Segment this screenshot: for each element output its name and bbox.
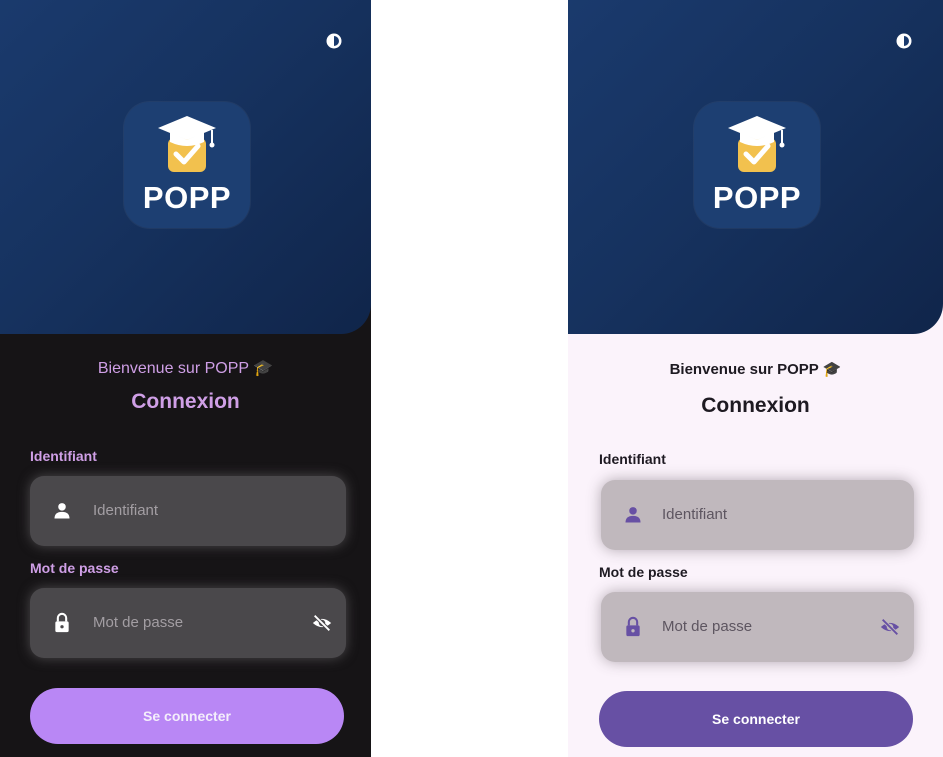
username-label: Identifiant	[599, 451, 666, 467]
visibility-off-icon[interactable]	[878, 615, 902, 639]
lock-icon	[50, 611, 74, 635]
login-screen-light: POPP Bienvenue sur POPP 🎓 Connexion Iden…	[568, 0, 943, 757]
hero-header: POPP	[0, 0, 371, 334]
lock-icon	[621, 615, 645, 639]
graduation-cap-check-icon	[158, 116, 216, 172]
username-placeholder: Identifiant	[662, 506, 728, 523]
login-button[interactable]: Se connecter	[599, 691, 913, 747]
welcome-text: Bienvenue sur POPP 🎓	[97, 360, 274, 377]
password-field[interactable]: Mot de passe	[30, 588, 346, 658]
theme-toggle-icon[interactable]	[893, 30, 915, 52]
page-title: Connexion	[131, 390, 240, 413]
password-placeholder: Mot de passe	[93, 614, 184, 631]
password-label: Mot de passe	[30, 560, 119, 576]
username-field[interactable]: Identifiant	[601, 480, 914, 550]
person-icon	[50, 499, 74, 523]
theme-toggle-icon[interactable]	[323, 30, 345, 52]
logo-wordmark: POPP	[142, 180, 232, 215]
login-button[interactable]: Se connecter	[30, 688, 344, 744]
username-label: Identifiant	[30, 448, 97, 464]
app-logo: POPP	[124, 102, 250, 228]
username-field[interactable]: Identifiant	[30, 476, 346, 546]
password-label: Mot de passe	[599, 564, 688, 580]
visibility-off-icon[interactable]	[310, 611, 334, 635]
username-placeholder: Identifiant	[93, 502, 159, 519]
login-screen-dark: POPP Bienvenue sur POPP 🎓 Connexion Iden…	[0, 0, 371, 757]
welcome-text: Bienvenue sur POPP 🎓	[669, 361, 842, 378]
password-field[interactable]: Mot de passe	[601, 592, 914, 662]
app-logo: POPP	[694, 102, 820, 228]
password-placeholder: Mot de passe	[662, 618, 753, 635]
graduation-cap-check-icon	[728, 116, 786, 172]
hero-header: POPP	[568, 0, 943, 334]
logo-wordmark: POPP	[712, 180, 802, 215]
page-title: Connexion	[701, 394, 810, 417]
person-icon	[621, 503, 645, 527]
